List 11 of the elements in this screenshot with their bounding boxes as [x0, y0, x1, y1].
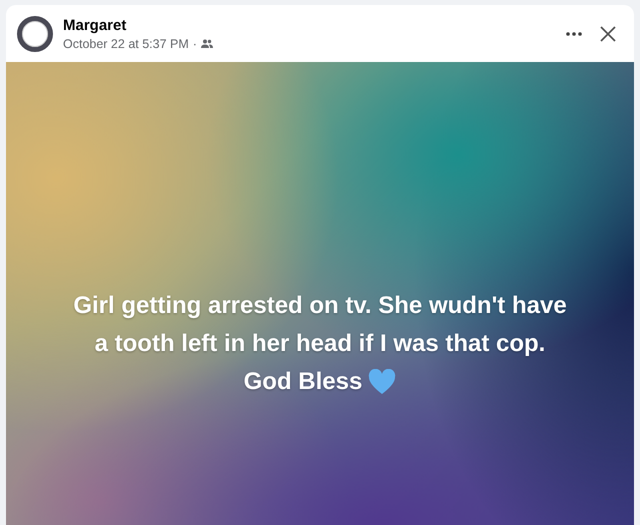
- friends-icon: [200, 38, 213, 48]
- more-icon: [566, 32, 582, 36]
- post-text-line: a tooth left in her head if I was that cop.: [94, 328, 546, 358]
- post-text-line: God Bless: [244, 366, 362, 396]
- post-timestamp[interactable]: October 22 at 5:37 PM: [63, 36, 189, 50]
- heart-icon: [368, 368, 396, 394]
- author-name[interactable]: Margaret: [63, 16, 552, 34]
- avatar[interactable]: [17, 16, 53, 52]
- post-text-line: Girl getting arrested on tv. She wudn't have: [73, 290, 567, 320]
- separator-dot: ·: [192, 36, 197, 50]
- close-icon: [600, 26, 616, 42]
